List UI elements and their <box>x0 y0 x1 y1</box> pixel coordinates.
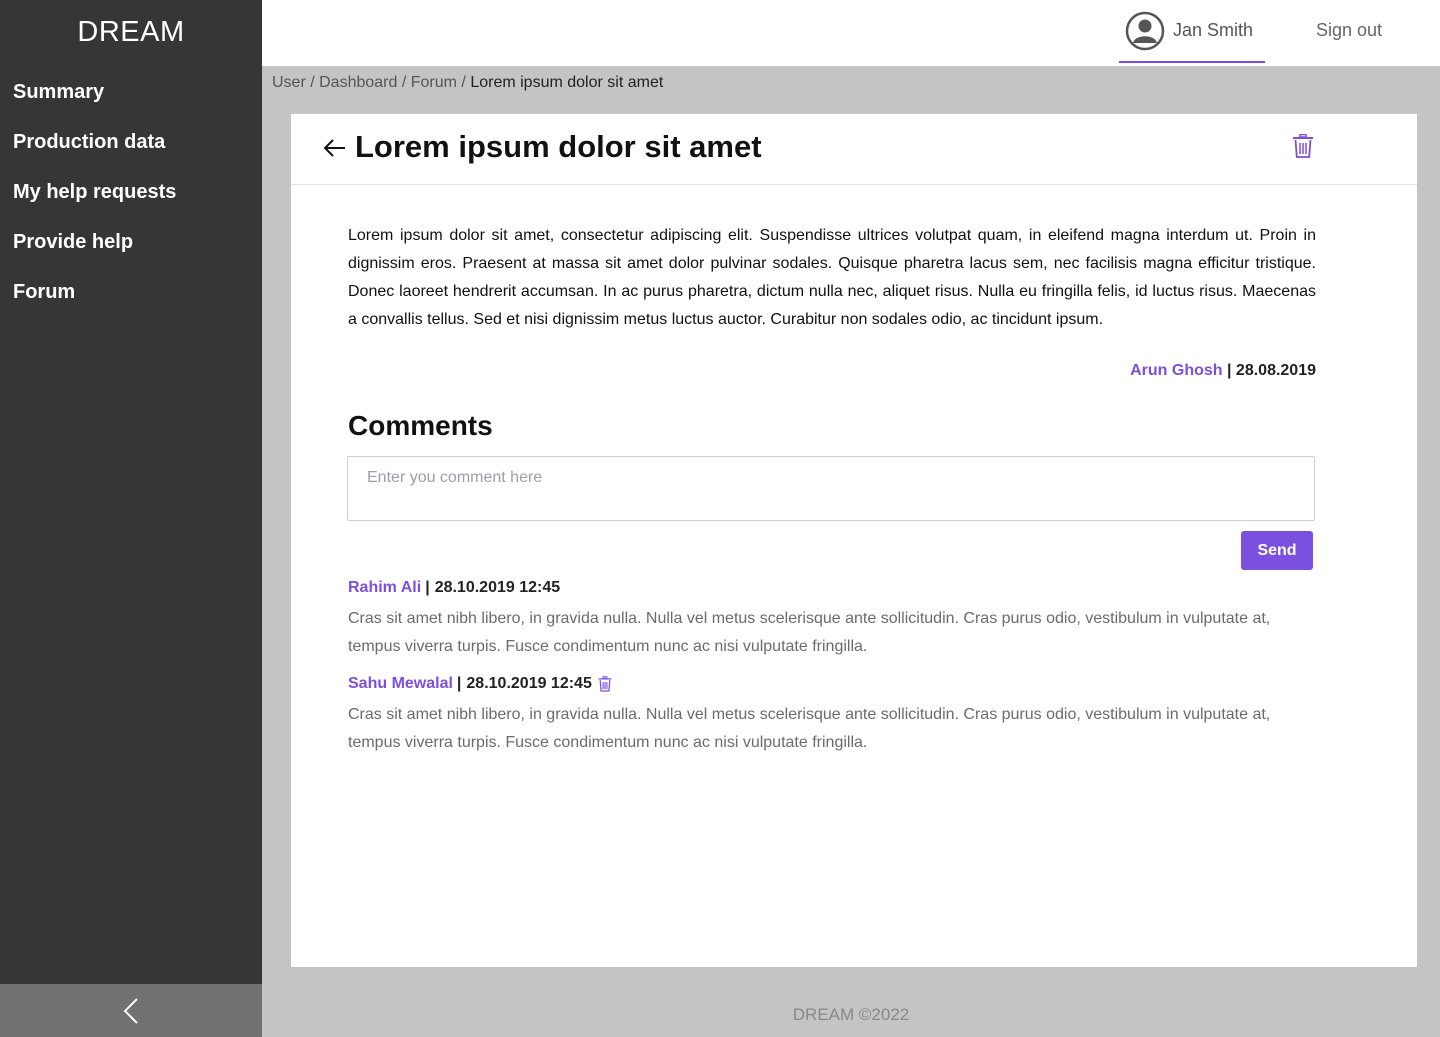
trash-icon <box>1293 133 1313 158</box>
send-button[interactable]: Send <box>1241 531 1313 570</box>
chevron-left-icon <box>123 997 138 1024</box>
user-name: Jan Smith <box>1173 20 1254 40</box>
comment-meta: Rahim Ali | 28.10.2019 12:45 <box>348 577 1316 599</box>
breadcrumb: User / Dashboard / Forum / Lorem ipsum d… <box>272 74 663 92</box>
comment-item: Sahu Mewalal | 28.10.2019 12:45 Cras sit… <box>348 673 1316 757</box>
arrow-left-icon <box>323 139 345 157</box>
sidebar-item-forum[interactable]: Forum <box>13 278 176 328</box>
breadcrumb-forum[interactable]: Forum <box>411 74 457 91</box>
comment-meta: Sahu Mewalal | 28.10.2019 12:45 <box>348 673 1316 695</box>
sidebar-nav: Summary Production data My help requests… <box>13 78 176 328</box>
meta-separator: | <box>456 675 462 692</box>
breadcrumb-separator: / <box>305 74 320 91</box>
meta-separator: | <box>1226 362 1232 379</box>
delete-post-button[interactable] <box>1292 133 1314 163</box>
post-header: Lorem ipsum dolor sit amet <box>291 114 1417 185</box>
comment-item: Rahim Ali | 28.10.2019 12:45 Cras sit am… <box>348 577 1316 661</box>
comments-heading: Comments <box>348 410 493 441</box>
comment-text: Cras sit amet nibh libero, in gravida nu… <box>348 610 1271 655</box>
back-button[interactable] <box>323 136 347 165</box>
brand-logo: DREAM <box>77 16 185 48</box>
post-body: Lorem ipsum dolor sit amet, consectetur … <box>348 227 1316 328</box>
meta-separator: | <box>425 579 430 596</box>
footer: DREAM ©2022 <box>792 1005 910 1024</box>
comment-text: Cras sit amet nibh libero, in gravida nu… <box>348 706 1271 751</box>
sign-out-link[interactable]: Sign out <box>1316 20 1382 41</box>
top-bar: Jan Smith Sign out <box>262 0 1440 66</box>
user-circle-icon <box>1125 11 1165 50</box>
sidebar-item-summary[interactable]: Summary <box>13 78 176 128</box>
comment-datetime: 28.10.2019 12:45 <box>466 675 592 692</box>
breadcrumb-current: Lorem ipsum dolor sit amet <box>470 74 664 91</box>
breadcrumb-dashboard[interactable]: Dashboard <box>319 74 397 91</box>
sidebar: DREAM Summary Production data My help re… <box>0 0 262 1037</box>
breadcrumb-separator: / <box>456 74 471 91</box>
breadcrumb-separator: / <box>397 74 411 91</box>
post-date: 28.08.2019 <box>1235 362 1316 379</box>
post-title: Lorem ipsum dolor sit amet <box>355 129 762 164</box>
post-card: Lorem ipsum dolor sit amet Lorem ipsum d… <box>291 114 1417 967</box>
sidebar-item-my-help-requests[interactable]: My help requests <box>13 178 176 228</box>
trash-icon <box>598 676 612 692</box>
post-meta: Arun Ghosh | 28.08.2019 <box>348 362 1316 380</box>
comment-datetime: 28.10.2019 12:45 <box>434 579 561 596</box>
comment-input[interactable] <box>347 456 1315 521</box>
post-author[interactable]: Arun Ghosh <box>1130 362 1222 379</box>
comment-author[interactable]: Sahu Mewalal <box>348 675 453 693</box>
delete-comment-button[interactable] <box>598 676 612 692</box>
sidebar-item-production-data[interactable]: Production data <box>13 128 176 178</box>
sidebar-item-provide-help[interactable]: Provide help <box>13 228 176 278</box>
comment-author[interactable]: Rahim Ali <box>348 579 421 597</box>
sidebar-collapse-button[interactable] <box>0 984 262 1037</box>
user-menu[interactable]: Jan Smith <box>1119 0 1265 63</box>
breadcrumb-user[interactable]: User <box>272 74 306 91</box>
